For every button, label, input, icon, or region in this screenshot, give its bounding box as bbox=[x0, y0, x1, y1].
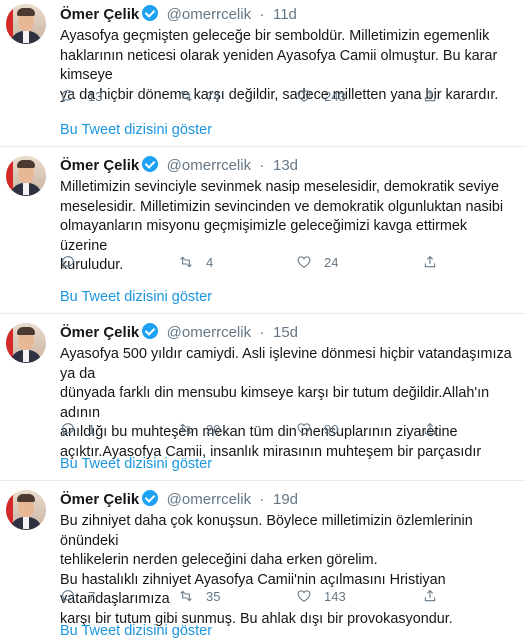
verified-badge-icon bbox=[142, 5, 159, 21]
tweet[interactable]: Ömer Çelik @omerrcelik · 11d Ayasofya ge… bbox=[0, 0, 526, 147]
verified-badge-icon bbox=[142, 156, 159, 172]
tweet-actions: 13 74 243 bbox=[60, 86, 440, 106]
tweet-time[interactable]: 13d bbox=[273, 157, 298, 174]
tweet-text-line: haklarının neticesi olarak yeniden Ayaso… bbox=[60, 47, 498, 84]
tweet[interactable]: Ömer Çelik @omerrcelik · 15d Ayasofya 50… bbox=[0, 314, 526, 481]
author-handle[interactable]: @omerrcelik bbox=[167, 491, 251, 508]
tweet-text-line: Milletimizin sevinciyle sevinmek nasip m… bbox=[60, 179, 500, 195]
reply-icon bbox=[62, 590, 74, 603]
tweet-text-line: Bu zihniyet daha çok konuşsun. Böylece m… bbox=[60, 513, 473, 549]
retweet-icon bbox=[180, 423, 192, 435]
author-name[interactable]: Ömer Çelik bbox=[60, 491, 139, 508]
like-button[interactable]: 90 bbox=[296, 419, 338, 439]
reply-icon bbox=[62, 423, 74, 436]
author-handle[interactable]: @omerrcelik bbox=[167, 6, 251, 23]
tweet[interactable]: Ömer Çelik @omerrcelik · 13d Milletimizi… bbox=[0, 147, 526, 314]
tweet-text-line: olmayanların misyonu geçmişimizle gelece… bbox=[60, 218, 468, 254]
separator: · bbox=[259, 6, 265, 23]
author-handle[interactable]: @omerrcelik bbox=[167, 324, 251, 341]
retweet-icon bbox=[180, 90, 192, 102]
like-button[interactable]: 243 bbox=[296, 86, 346, 106]
show-thread-link[interactable]: Bu Tweet dizisini göster bbox=[60, 623, 212, 639]
like-count: 24 bbox=[324, 254, 339, 270]
show-thread-link[interactable]: Bu Tweet dizisini göster bbox=[60, 456, 212, 472]
retweet-button[interactable]: 74 bbox=[178, 86, 220, 106]
heart-icon bbox=[297, 423, 311, 435]
separator: · bbox=[259, 491, 265, 508]
share-icon bbox=[424, 589, 436, 602]
share-button[interactable] bbox=[422, 586, 438, 606]
heart-icon bbox=[297, 256, 311, 268]
share-button[interactable] bbox=[422, 252, 438, 272]
tweet-header: Ömer Çelik @omerrcelik · 13d bbox=[60, 156, 298, 176]
reply-count: 1 bbox=[88, 421, 96, 437]
share-button[interactable] bbox=[422, 86, 438, 106]
tweet-actions: 1 20 90 bbox=[60, 419, 440, 439]
heart-icon bbox=[297, 590, 311, 602]
tweet-actions: 4 24 bbox=[60, 252, 440, 272]
show-thread-link[interactable]: Bu Tweet dizisini göster bbox=[60, 122, 212, 138]
author-name[interactable]: Ömer Çelik bbox=[60, 6, 139, 23]
like-count: 90 bbox=[324, 421, 339, 437]
tweet-header: Ömer Çelik @omerrcelik · 15d bbox=[60, 323, 298, 343]
separator: · bbox=[259, 157, 265, 174]
like-count: 243 bbox=[324, 88, 346, 104]
tweet-text-line: dünyada farklı din mensubu kimseye karşı… bbox=[60, 385, 490, 421]
share-button[interactable] bbox=[422, 419, 438, 439]
tweet-text-line: meselesidir. Milletimizin sevincinden ve… bbox=[60, 198, 504, 215]
retweet-button[interactable]: 35 bbox=[178, 586, 220, 606]
tweet-time[interactable]: 19d bbox=[273, 491, 298, 508]
like-count: 143 bbox=[324, 588, 346, 604]
tweet[interactable]: Ömer Çelik @omerrcelik · 19d Bu zihniyet… bbox=[0, 481, 526, 644]
reply-icon bbox=[62, 256, 74, 269]
reply-button[interactable]: 7 bbox=[60, 586, 95, 606]
avatar[interactable] bbox=[6, 156, 46, 196]
share-icon bbox=[424, 89, 436, 102]
author-name[interactable]: Ömer Çelik bbox=[60, 324, 139, 341]
retweet-icon bbox=[180, 590, 192, 602]
tweet-text-line: Ayasofya geçmişten geleceğe bir semboldü… bbox=[60, 28, 490, 44]
tweet-time[interactable]: 11d bbox=[273, 6, 297, 23]
share-icon bbox=[424, 255, 436, 268]
author-name[interactable]: Ömer Çelik bbox=[60, 157, 139, 174]
reply-button[interactable]: 1 bbox=[60, 419, 95, 439]
tweet-text-line: tehlikelerin nerden geleceğini daha erke… bbox=[60, 552, 378, 568]
show-thread-link[interactable]: Bu Tweet dizisini göster bbox=[60, 289, 212, 305]
tweet-header: Ömer Çelik @omerrcelik · 11d bbox=[60, 5, 297, 25]
tweet-text-line: Ayasofya 500 yıldır camiydi. Asli işlevi… bbox=[60, 346, 512, 382]
reply-count: 13 bbox=[88, 88, 103, 104]
avatar[interactable] bbox=[6, 490, 46, 530]
tweet-text: Ayasofya 500 yıldır camiydi. Asli işlevi… bbox=[60, 345, 518, 462]
reply-button[interactable] bbox=[60, 252, 88, 272]
reply-count: 7 bbox=[88, 588, 96, 604]
retweet-count: 74 bbox=[206, 88, 221, 104]
verified-badge-icon bbox=[142, 323, 159, 339]
reply-icon bbox=[62, 90, 74, 103]
retweet-count: 35 bbox=[206, 588, 221, 604]
separator: · bbox=[259, 324, 265, 341]
retweet-count: 20 bbox=[206, 421, 221, 437]
avatar[interactable] bbox=[6, 4, 46, 44]
tweet-actions: 7 35 143 bbox=[60, 586, 440, 606]
like-button[interactable]: 24 bbox=[296, 252, 338, 272]
heart-icon bbox=[297, 90, 311, 102]
retweet-count: 4 bbox=[206, 254, 214, 270]
share-icon bbox=[424, 422, 436, 435]
retweet-button[interactable]: 20 bbox=[178, 419, 220, 439]
tweet-time[interactable]: 15d bbox=[273, 324, 298, 341]
like-button[interactable]: 143 bbox=[296, 586, 346, 606]
author-handle[interactable]: @omerrcelik bbox=[167, 157, 251, 174]
verified-badge-icon bbox=[142, 490, 159, 506]
reply-button[interactable]: 13 bbox=[60, 86, 102, 106]
tweet-text: Bu zihniyet daha çok konuşsun. Böylece m… bbox=[60, 512, 518, 629]
avatar[interactable] bbox=[6, 323, 46, 363]
retweet-icon bbox=[180, 256, 192, 268]
retweet-button[interactable]: 4 bbox=[178, 252, 213, 272]
tweet-header: Ömer Çelik @omerrcelik · 19d bbox=[60, 490, 298, 510]
